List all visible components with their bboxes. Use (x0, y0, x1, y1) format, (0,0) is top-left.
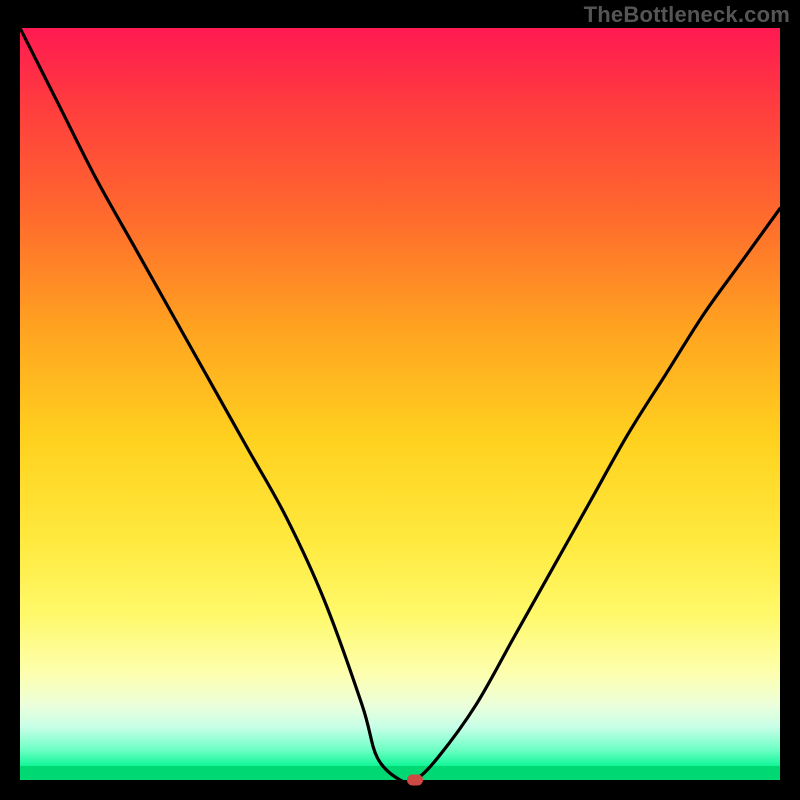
chart-frame: TheBottleneck.com (0, 0, 800, 800)
watermark-text: TheBottleneck.com (584, 2, 790, 28)
bottleneck-curve (20, 28, 780, 780)
current-config-marker (407, 775, 423, 786)
plot-area (20, 28, 780, 780)
